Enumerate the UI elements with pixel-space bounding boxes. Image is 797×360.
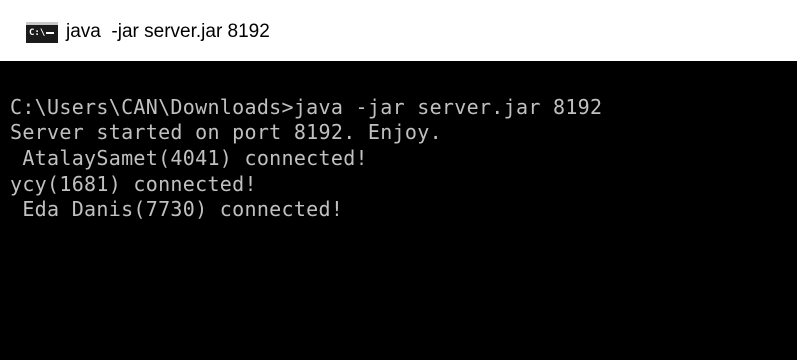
window-title: java -jar server.jar 8192	[66, 21, 270, 42]
console-line: C:\Users\CAN\Downloads>java -jar server.…	[10, 95, 603, 119]
console-line: Eda Danis(7730) connected!	[10, 197, 344, 221]
title-bar[interactable]: C:\ java -jar server.jar 8192	[0, 0, 797, 61]
console-output[interactable]: C:\Users\CAN\Downloads>java -jar server.…	[0, 61, 797, 360]
console-line: Server started on port 8192. Enjoy.	[10, 120, 442, 144]
command-prompt-icon[interactable]: C:\	[26, 22, 58, 43]
console-window: C:\ java -jar server.jar 8192 C:\Users\C…	[0, 0, 797, 360]
console-line: ycy(1681) connected!	[10, 172, 257, 196]
command-prompt-icon-text: C:\	[29, 28, 46, 38]
console-line: AtalaySamet(4041) connected!	[10, 146, 368, 170]
